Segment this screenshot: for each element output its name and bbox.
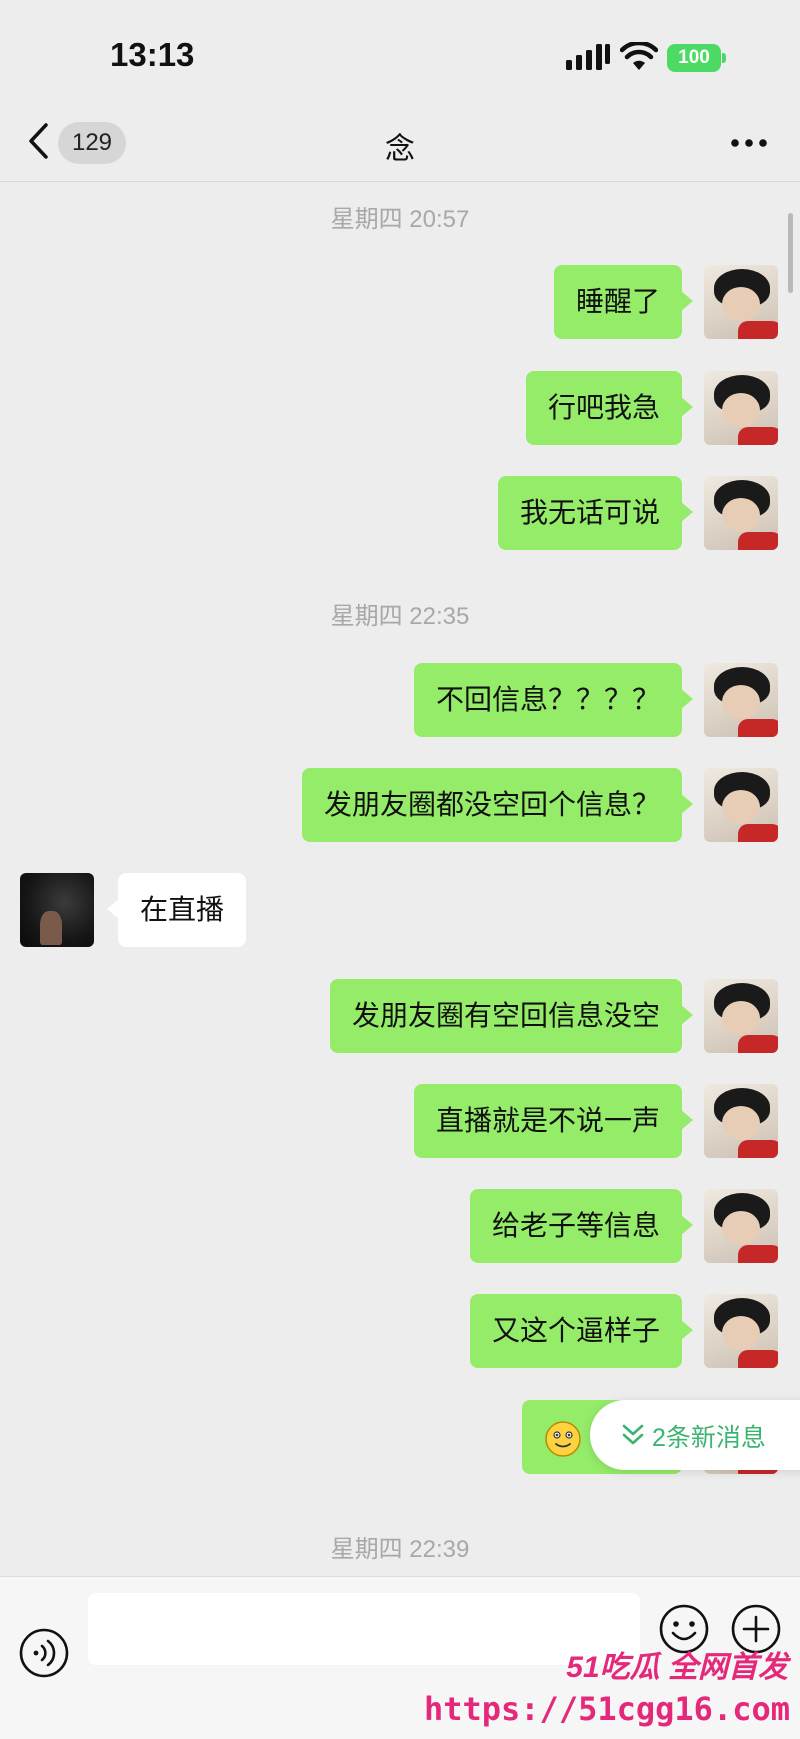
message-list[interactable]: 星期四 20:57 睡醒了 行吧我急 我无话可说 星期四 22:35 不回信息？… [0, 183, 800, 1575]
my-message-bubble[interactable]: 行吧我急 [525, 371, 694, 445]
my-avatar[interactable] [704, 1189, 778, 1263]
watermark-url: https://51cgg16.com [423, 1690, 790, 1728]
my-avatar[interactable] [704, 265, 778, 339]
unread-count-badge[interactable]: 129 [58, 122, 126, 164]
my-message-bubble[interactable]: 发朋友圈有空回信息没空 [329, 979, 694, 1053]
watermark: 51吃瓜 全网首发 https://51cgg16.com [424, 1640, 800, 1739]
my-avatar[interactable] [704, 979, 778, 1053]
cellular-signal-icon [566, 44, 610, 70]
contact-message-bubble[interactable]: 在直播 [106, 873, 247, 947]
my-message-bubble[interactable]: 给老子等信息 [469, 1189, 694, 1263]
battery-level: 100 [667, 44, 721, 72]
timestamp: 星期四 22:35 [330, 603, 470, 630]
my-message-bubble[interactable]: 又这个逼样子 [469, 1294, 694, 1368]
status-time: 13:13 [110, 36, 195, 73]
wifi-icon [620, 42, 658, 70]
more-options-icon[interactable] [730, 138, 768, 148]
battery-indicator: 100 [667, 44, 726, 72]
my-avatar[interactable] [704, 663, 778, 737]
my-avatar[interactable] [704, 1084, 778, 1158]
my-message-bubble[interactable]: 不回信息？？？？ [413, 663, 694, 737]
watermark-brand: 51吃瓜 全网首发 [566, 1651, 788, 1684]
my-avatar[interactable] [704, 371, 778, 445]
my-message-bubble[interactable]: 发朋友圈都没空回个信息？ [301, 768, 694, 842]
contact-avatar[interactable] [20, 873, 94, 947]
timestamp: 星期四 22:39 [330, 1536, 470, 1563]
voice-input-icon[interactable] [18, 1627, 70, 1679]
chat-header: 129 念 [0, 100, 800, 182]
status-bar: 13:13 100 [0, 0, 800, 100]
my-message-bubble[interactable]: 睡醒了 [553, 265, 694, 339]
my-avatar[interactable] [704, 768, 778, 842]
my-avatar[interactable] [704, 1294, 778, 1368]
my-message-bubble[interactable]: 我无话可说 [497, 476, 694, 550]
new-messages-pill[interactable]: 2条新消息 [590, 1400, 800, 1470]
double-chevron-down-icon [622, 1424, 644, 1445]
my-message-bubble[interactable]: 直播就是不说一声 [413, 1084, 694, 1158]
battery-tip [722, 53, 726, 63]
new-messages-label: 2条新消息 [652, 1424, 766, 1452]
chat-title: 念 [385, 133, 415, 166]
back-chevron-icon[interactable] [24, 120, 54, 162]
timestamp: 星期四 20:57 [330, 206, 470, 233]
smiley-emoji-icon [545, 1420, 581, 1457]
my-avatar[interactable] [704, 476, 778, 550]
